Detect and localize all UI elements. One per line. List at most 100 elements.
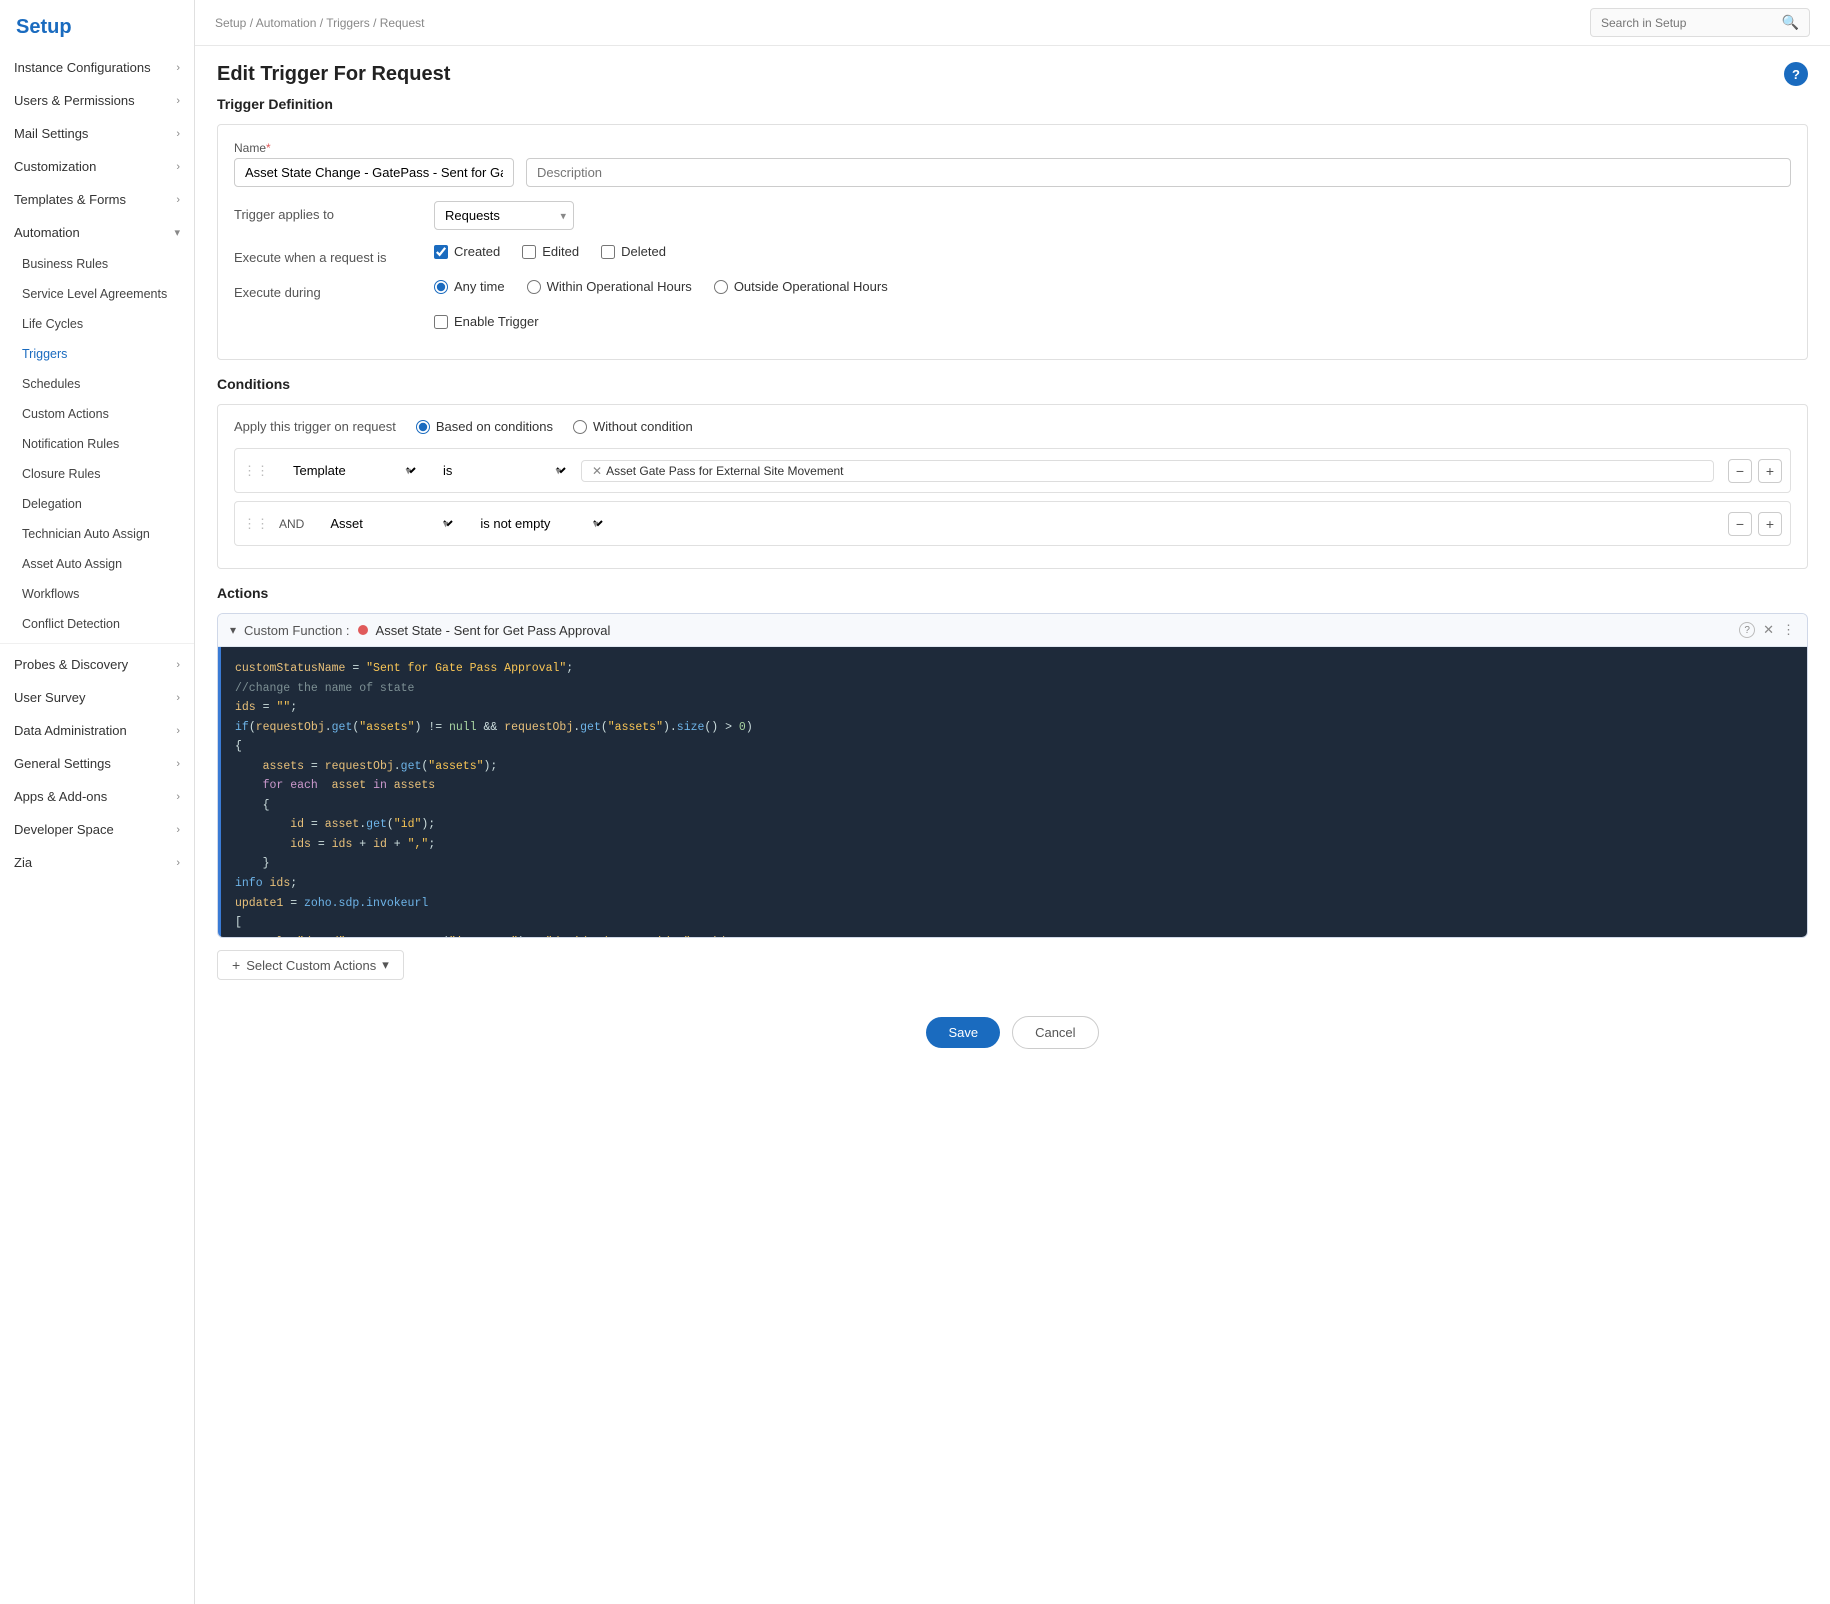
checkbox-deleted[interactable]: Deleted <box>601 244 666 259</box>
radio-within-operational[interactable]: Within Operational Hours <box>527 279 692 294</box>
action-help-icon[interactable]: ? <box>1739 622 1755 638</box>
trigger-applies-select-wrap[interactable]: Requests <box>434 201 574 230</box>
condition-operator-select-wrap-2[interactable]: is not empty <box>466 509 606 538</box>
trigger-applies-select[interactable]: Requests <box>434 201 574 230</box>
sidebar-sub-item-technician-auto-assign[interactable]: Technician Auto Assign <box>0 519 194 549</box>
sidebar-sub-item-schedules[interactable]: Schedules <box>0 369 194 399</box>
enable-trigger-spacer <box>234 314 434 320</box>
sidebar-item-label: Data Administration <box>14 723 127 738</box>
search-icon: 🔍 <box>1782 14 1799 31</box>
select-custom-actions-button[interactable]: + Select Custom Actions ▾ <box>217 950 404 980</box>
sidebar-item-general-settings[interactable]: General Settings › <box>0 747 194 780</box>
sidebar-sub-item-life-cycles[interactable]: Life Cycles <box>0 309 194 339</box>
condition-minus-btn-1[interactable]: − <box>1728 459 1752 483</box>
radio-any-time[interactable]: Any time <box>434 279 505 294</box>
condition-operator-select-2[interactable]: is not empty <box>466 509 606 538</box>
action-card-close-icon[interactable]: ✕ <box>1763 622 1774 638</box>
sidebar-sub-item-asset-auto-assign[interactable]: Asset Auto Assign <box>0 549 194 579</box>
sidebar-item-label: User Survey <box>14 690 86 705</box>
description-input[interactable] <box>526 158 1791 187</box>
sidebar-item-instance-configurations[interactable]: Instance Configurations › <box>0 51 194 84</box>
sidebar-sub-item-business-rules[interactable]: Business Rules <box>0 249 194 279</box>
chevron-right-icon: › <box>176 194 180 206</box>
radio-outside-operational[interactable]: Outside Operational Hours <box>714 279 888 294</box>
radio-without-condition[interactable]: Without condition <box>573 419 693 434</box>
code-line-9: ids = ids + id + ","; <box>235 835 1793 855</box>
condition-operator-select-wrap-1[interactable]: is <box>429 456 569 485</box>
condition-value-tag-1: ✕ Asset Gate Pass for External Site Move… <box>581 460 1714 482</box>
chevron-right-icon: › <box>176 824 180 836</box>
chevron-right-icon: › <box>176 128 180 140</box>
sidebar-sub-item-notification-rules[interactable]: Notification Rules <box>0 429 194 459</box>
action-card-title-text: Asset State - Sent for Get Pass Approval <box>376 623 1732 638</box>
trigger-definition-wrap: Trigger Definition Name* Trigger applies… <box>195 96 1830 360</box>
condition-operator-select-1[interactable]: is <box>429 456 569 485</box>
conditions-box: Apply this trigger on request Based on c… <box>217 404 1808 569</box>
sidebar-item-label: General Settings <box>14 756 111 771</box>
sidebar-item-user-survey[interactable]: User Survey › <box>0 681 194 714</box>
sidebar-sub-item-delegation[interactable]: Delegation <box>0 489 194 519</box>
drag-handle-icon[interactable]: ⋮⋮ <box>243 463 269 479</box>
sidebar-sub-item-custom-actions[interactable]: Custom Actions <box>0 399 194 429</box>
trigger-name-input[interactable] <box>234 158 514 187</box>
sidebar-sub-item-triggers[interactable]: Triggers <box>0 339 194 369</box>
sidebar-item-data-administration[interactable]: Data Administration › <box>0 714 194 747</box>
radio-based-on-conditions[interactable]: Based on conditions <box>416 419 553 434</box>
sidebar-item-label: Users & Permissions <box>14 93 135 108</box>
sidebar-item-customization[interactable]: Customization › <box>0 150 194 183</box>
code-line-5: assets = requestObj.get("assets"); <box>235 757 1793 777</box>
condition-value-remove-1[interactable]: ✕ <box>592 464 602 478</box>
sidebar-item-mail-settings[interactable]: Mail Settings › <box>0 117 194 150</box>
sidebar-sub-item-sla[interactable]: Service Level Agreements <box>0 279 194 309</box>
checkbox-enable-trigger[interactable]: Enable Trigger <box>434 314 1791 329</box>
sidebar-sub-item-workflows[interactable]: Workflows <box>0 579 194 609</box>
sidebar-item-developer-space[interactable]: Developer Space › <box>0 813 194 846</box>
condition-field-select-wrap-1[interactable]: Template <box>279 456 419 485</box>
chevron-right-icon: › <box>176 857 180 869</box>
save-button[interactable]: Save <box>926 1017 1000 1048</box>
sidebar-item-users-permissions[interactable]: Users & Permissions › <box>0 84 194 117</box>
page-header: Edit Trigger For Request ? <box>195 46 1830 96</box>
search-bar[interactable]: 🔍 <box>1590 8 1810 37</box>
sidebar-sub-item-closure-rules[interactable]: Closure Rules <box>0 459 194 489</box>
conditions-wrap: Conditions Apply this trigger on request… <box>195 360 1830 569</box>
condition-plus-btn-2[interactable]: + <box>1758 512 1782 536</box>
checkbox-edited[interactable]: Edited <box>522 244 579 259</box>
help-icon[interactable]: ? <box>1784 62 1808 86</box>
search-input[interactable] <box>1601 16 1776 30</box>
sidebar-item-automation[interactable]: Automation ▾ <box>0 216 194 249</box>
trigger-definition-title: Trigger Definition <box>217 96 1808 112</box>
enable-trigger-control: Enable Trigger <box>434 314 1791 329</box>
chevron-down-icon: ▾ <box>382 957 389 973</box>
plus-icon: + <box>232 957 240 973</box>
chevron-right-icon: › <box>176 791 180 803</box>
sidebar-sub-item-conflict-detection[interactable]: Conflict Detection <box>0 609 194 639</box>
checkbox-created[interactable]: Created <box>434 244 500 259</box>
condition-plus-btn-1[interactable]: + <box>1758 459 1782 483</box>
sidebar-item-zia[interactable]: Zia › <box>0 846 194 879</box>
name-label: Name* <box>234 141 514 155</box>
condition-field-select-1[interactable]: Template <box>279 456 419 485</box>
drag-handle-icon-2[interactable]: ⋮⋮ <box>243 516 269 532</box>
sidebar-item-templates-forms[interactable]: Templates & Forms › <box>0 183 194 216</box>
trigger-definition-box: Name* Trigger applies to Requests <box>217 124 1808 360</box>
action-card-header: ▾ Custom Function : Asset State - Sent f… <box>218 614 1807 647</box>
code-line-12: update1 = zoho.sdp.invokeurl <box>235 894 1793 914</box>
sidebar-item-label: Mail Settings <box>14 126 88 141</box>
execute-when-checkboxes: Created Edited Deleted <box>434 244 1791 259</box>
condition-field-select-2[interactable]: Asset <box>316 509 456 538</box>
actions-wrap: Actions ▾ Custom Function : Asset State … <box>195 569 1830 980</box>
execute-during-control: Any time Within Operational Hours Outsid… <box>434 279 1791 294</box>
sidebar-item-probes-discovery[interactable]: Probes & Discovery › <box>0 648 194 681</box>
cancel-button[interactable]: Cancel <box>1012 1016 1098 1049</box>
collapse-button[interactable]: ▾ <box>230 623 236 637</box>
enable-trigger-row: Enable Trigger <box>234 314 1791 329</box>
sidebar-item-apps-add-ons[interactable]: Apps & Add-ons › <box>0 780 194 813</box>
condition-row-1: ⋮⋮ Template is ✕ Asset Gate Pass for Ext… <box>234 448 1791 493</box>
execute-during-radios: Any time Within Operational Hours Outsid… <box>434 279 1791 294</box>
action-card-menu-icon[interactable]: ⋮ <box>1782 622 1795 638</box>
condition-field-select-wrap-2[interactable]: Asset <box>316 509 456 538</box>
execute-when-control: Created Edited Deleted <box>434 244 1791 259</box>
condition-minus-btn-2[interactable]: − <box>1728 512 1752 536</box>
conditions-title: Conditions <box>217 376 1808 392</box>
